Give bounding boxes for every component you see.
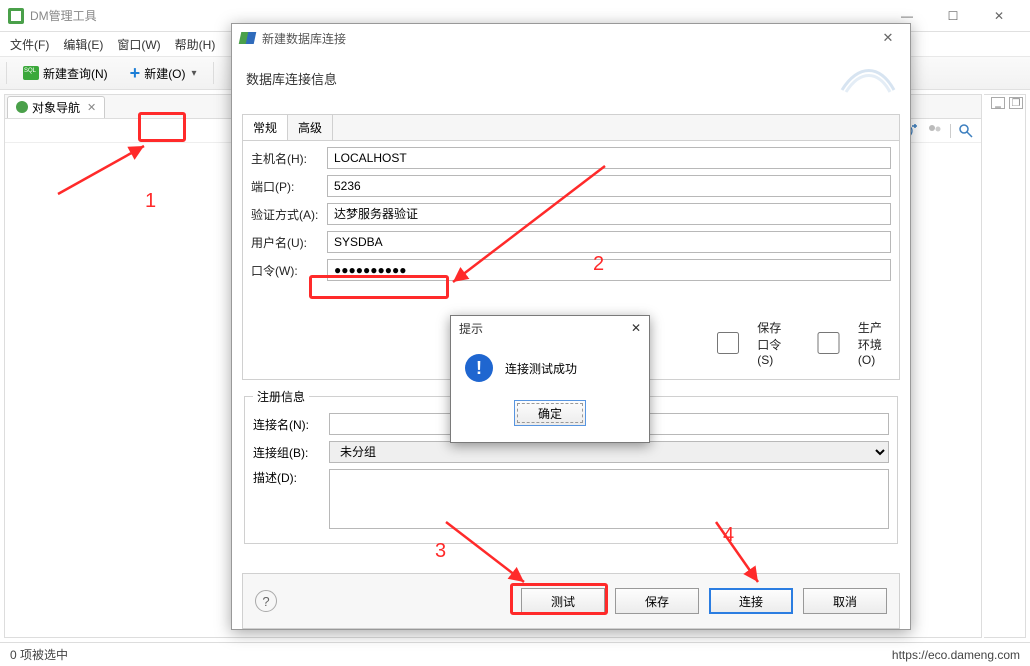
host-label: 主机名(H):	[251, 150, 327, 167]
user-label: 用户名(U):	[251, 234, 327, 251]
info-icon: !	[465, 354, 493, 382]
dialog-title: 新建数据库连接	[262, 30, 874, 47]
auth-select[interactable]: 达梦服务器验证	[327, 203, 891, 225]
right-pane-gutter: ‗ ❐	[984, 94, 1026, 638]
status-text: 0 项被选中	[10, 646, 68, 663]
message-text: 连接测试成功	[505, 360, 577, 377]
prod-env-checkbox[interactable]: 生产环境(O)	[802, 319, 891, 367]
status-bar: 0 项被选中 https://eco.dameng.com	[0, 642, 1030, 666]
users-icon[interactable]	[926, 122, 944, 140]
new-item-button[interactable]: + 新建(O) ▾	[124, 62, 203, 84]
test-button[interactable]: 测试	[521, 588, 605, 614]
connect-button[interactable]: 连接	[709, 588, 793, 614]
new-query-button[interactable]: 新建查询(N)	[17, 63, 114, 84]
tab-general[interactable]: 常规	[243, 115, 288, 140]
save-password-checkbox[interactable]: 保存口令(S)	[702, 319, 790, 367]
register-legend: 注册信息	[253, 388, 309, 405]
conn-group-select[interactable]: 未分组	[329, 441, 889, 463]
search-icon[interactable]	[957, 122, 975, 140]
app-icon	[8, 8, 24, 24]
password-label: 口令(W):	[251, 262, 327, 279]
close-icon[interactable]: ✕	[87, 101, 96, 114]
password-input[interactable]	[327, 259, 891, 281]
message-close-button[interactable]: ✕	[631, 321, 641, 335]
maximize-button[interactable]: ☐	[930, 0, 976, 32]
menu-file[interactable]: 文件(F)	[10, 36, 49, 53]
message-title: 提示	[459, 320, 483, 337]
save-button[interactable]: 保存	[615, 588, 699, 614]
user-input[interactable]	[327, 231, 891, 253]
plus-icon: +	[130, 64, 141, 82]
message-ok-button[interactable]: 确定	[514, 400, 586, 426]
dialog-icon	[240, 30, 256, 46]
conn-group-label: 连接组(B):	[253, 444, 329, 461]
help-button[interactable]: ?	[255, 590, 277, 612]
leaf-icon	[16, 101, 28, 113]
app-title: DM管理工具	[30, 7, 884, 24]
host-input[interactable]: LOCALHOST	[327, 147, 891, 169]
sql-icon	[23, 66, 39, 80]
restore-pane-icon[interactable]: ❐	[1009, 97, 1023, 109]
conn-desc-label: 描述(D):	[253, 469, 329, 486]
cancel-button[interactable]: 取消	[803, 588, 887, 614]
dialog-header-text: 数据库连接信息	[246, 69, 337, 88]
conn-desc-textarea[interactable]	[329, 469, 889, 529]
port-label: 端口(P):	[251, 178, 327, 195]
status-link[interactable]: https://eco.dameng.com	[892, 648, 1020, 662]
dialog-close-button[interactable]: ✕	[874, 26, 902, 50]
menu-edit[interactable]: 编辑(E)	[63, 36, 103, 53]
menu-help[interactable]: 帮助(H)	[175, 36, 216, 53]
auth-label: 验证方式(A):	[251, 206, 327, 223]
decorative-swirl-icon	[840, 62, 896, 94]
minimize-pane-icon[interactable]: ‗	[991, 97, 1005, 109]
close-button[interactable]: ✕	[976, 0, 1022, 32]
tab-advanced[interactable]: 高级	[288, 115, 333, 140]
port-input[interactable]	[327, 175, 891, 197]
chevron-down-icon: ▾	[192, 68, 197, 79]
tab-object-nav[interactable]: 对象导航 ✕	[7, 96, 105, 118]
conn-name-label: 连接名(N):	[253, 416, 329, 433]
message-dialog: 提示 ✕ ! 连接测试成功 确定	[450, 315, 650, 443]
menu-window[interactable]: 窗口(W)	[117, 36, 160, 53]
